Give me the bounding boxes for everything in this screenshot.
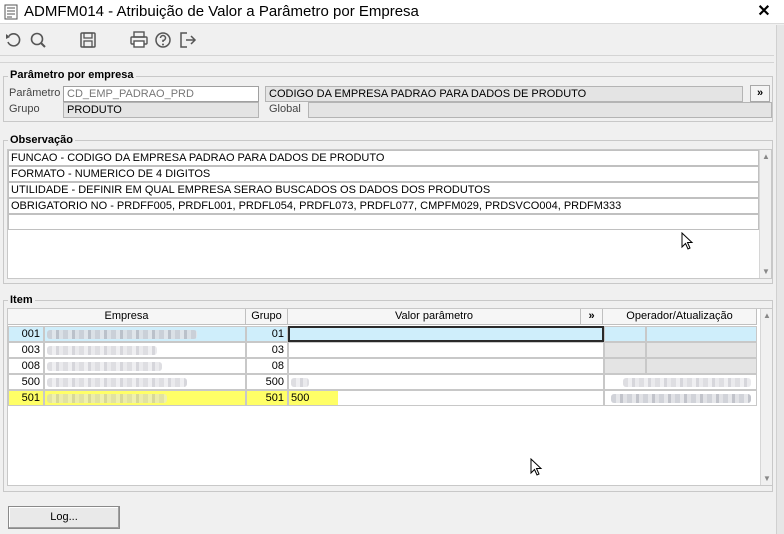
- scroll-up-icon[interactable]: ▲: [762, 152, 770, 161]
- item-legend: Item: [8, 294, 35, 306]
- global-field: [308, 102, 772, 118]
- expand-param-button[interactable]: »: [750, 85, 770, 102]
- window-scrollbar[interactable]: [776, 25, 784, 534]
- redacted-empresa: [47, 394, 167, 403]
- row-empresa-code[interactable]: 501: [8, 390, 44, 406]
- row-operador-atualizacao: [604, 374, 757, 390]
- parametro-label: Parâmetro: [9, 87, 61, 99]
- row-grupo[interactable]: 08: [246, 358, 288, 374]
- row-atualizacao: [646, 358, 757, 374]
- redacted-operador: [623, 378, 751, 387]
- undo-icon[interactable]: [4, 30, 24, 50]
- row-grupo[interactable]: 01: [246, 326, 288, 342]
- exit-icon[interactable]: [178, 30, 198, 50]
- row-empresa-name[interactable]: [44, 358, 246, 374]
- redacted-valor: [291, 378, 309, 387]
- observacao-line: [8, 214, 759, 230]
- global-label: Global: [269, 103, 301, 115]
- row-empresa-name[interactable]: [44, 326, 246, 342]
- redacted-operador: [611, 394, 751, 403]
- row-valor-input[interactable]: [288, 326, 604, 342]
- close-button[interactable]: ✕: [752, 1, 776, 23]
- row-empresa-code[interactable]: 500: [8, 374, 44, 390]
- scroll-down-icon[interactable]: ▼: [762, 267, 770, 276]
- mouse-cursor-icon: [530, 458, 543, 476]
- help-icon[interactable]: [153, 30, 173, 50]
- parametro-field[interactable]: CD_EMP_PADRAO_PRD: [63, 86, 259, 102]
- toolbar-divider-2: [0, 62, 774, 63]
- col-expand-button[interactable]: »: [581, 309, 603, 325]
- row-operador-atualizacao: [604, 390, 757, 406]
- row-empresa-name[interactable]: [44, 342, 246, 358]
- observacao-scrollbar[interactable]: ▲ ▼: [759, 150, 771, 278]
- col-header-empresa[interactable]: Empresa: [8, 309, 246, 325]
- row-operador: [604, 326, 646, 342]
- row-empresa-code[interactable]: 001: [8, 326, 44, 342]
- row-empresa-code[interactable]: 008: [8, 358, 44, 374]
- title-bar: ADMFM014 - Atribuição de Valor a Parâmet…: [0, 0, 784, 24]
- observacao-line: UTILIDADE - DEFINIR EM QUAL EMPRESA SERA…: [8, 182, 759, 198]
- search-icon[interactable]: [28, 30, 48, 50]
- print-icon[interactable]: [129, 30, 149, 50]
- redacted-empresa: [47, 362, 162, 371]
- observacao-legend: Observação: [8, 134, 75, 146]
- row-valor[interactable]: [288, 358, 604, 374]
- scroll-up-icon[interactable]: ▲: [763, 311, 771, 320]
- window-title: ADMFM014 - Atribuição de Valor a Parâmet…: [24, 3, 419, 20]
- item-grid-scrollbar[interactable]: ▲ ▼: [760, 309, 772, 485]
- item-grid: Empresa Grupo Valor parâmetro » Operador…: [7, 308, 773, 486]
- observacao-text-area[interactable]: FUNCAO - CODIGO DA EMPRESA PADRAO PARA D…: [7, 149, 772, 279]
- row-valor[interactable]: [288, 374, 604, 390]
- grupo-label: Grupo: [9, 103, 40, 115]
- redacted-empresa: [47, 346, 157, 355]
- redacted-empresa: [47, 378, 187, 387]
- mouse-cursor-icon: [681, 232, 694, 250]
- observacao-line: FUNCAO - CODIGO DA EMPRESA PADRAO PARA D…: [8, 150, 759, 166]
- row-valor[interactable]: [288, 342, 604, 358]
- redacted-empresa: [47, 330, 197, 339]
- row-grupo[interactable]: 501: [246, 390, 288, 406]
- log-button[interactable]: Log...: [8, 506, 120, 529]
- row-grupo[interactable]: 500: [246, 374, 288, 390]
- col-header-grupo[interactable]: Grupo: [246, 309, 288, 325]
- row-empresa-name[interactable]: [44, 390, 246, 406]
- col-header-valor[interactable]: Valor parâmetro: [288, 309, 581, 325]
- row-valor-rest: [338, 390, 604, 406]
- row-empresa-name[interactable]: [44, 374, 246, 390]
- observacao-line: FORMATO - NUMERICO DE 4 DIGITOS: [8, 166, 759, 182]
- row-operador: [604, 358, 646, 374]
- observacao-line: OBRIGATORIO NO - PRDFF005, PRDFL001, PRD…: [8, 198, 759, 214]
- toolbar-divider: [0, 55, 774, 56]
- row-grupo[interactable]: 03: [246, 342, 288, 358]
- row-valor[interactable]: 500: [288, 390, 338, 406]
- col-header-operador[interactable]: Operador/Atualização: [603, 309, 757, 325]
- parametro-description-field: CODIGO DA EMPRESA PADRAO PARA DADOS DE P…: [265, 86, 743, 102]
- app-document-icon: [4, 4, 18, 20]
- scroll-down-icon[interactable]: ▼: [763, 474, 771, 483]
- row-atualizacao: [646, 326, 757, 342]
- param-group-legend: Parâmetro por empresa: [8, 69, 136, 81]
- toolbar: [0, 25, 784, 55]
- save-icon[interactable]: [78, 30, 98, 50]
- row-operador: [604, 342, 646, 358]
- row-empresa-code[interactable]: 003: [8, 342, 44, 358]
- row-atualizacao: [646, 342, 757, 358]
- grupo-field: PRODUTO: [63, 102, 259, 118]
